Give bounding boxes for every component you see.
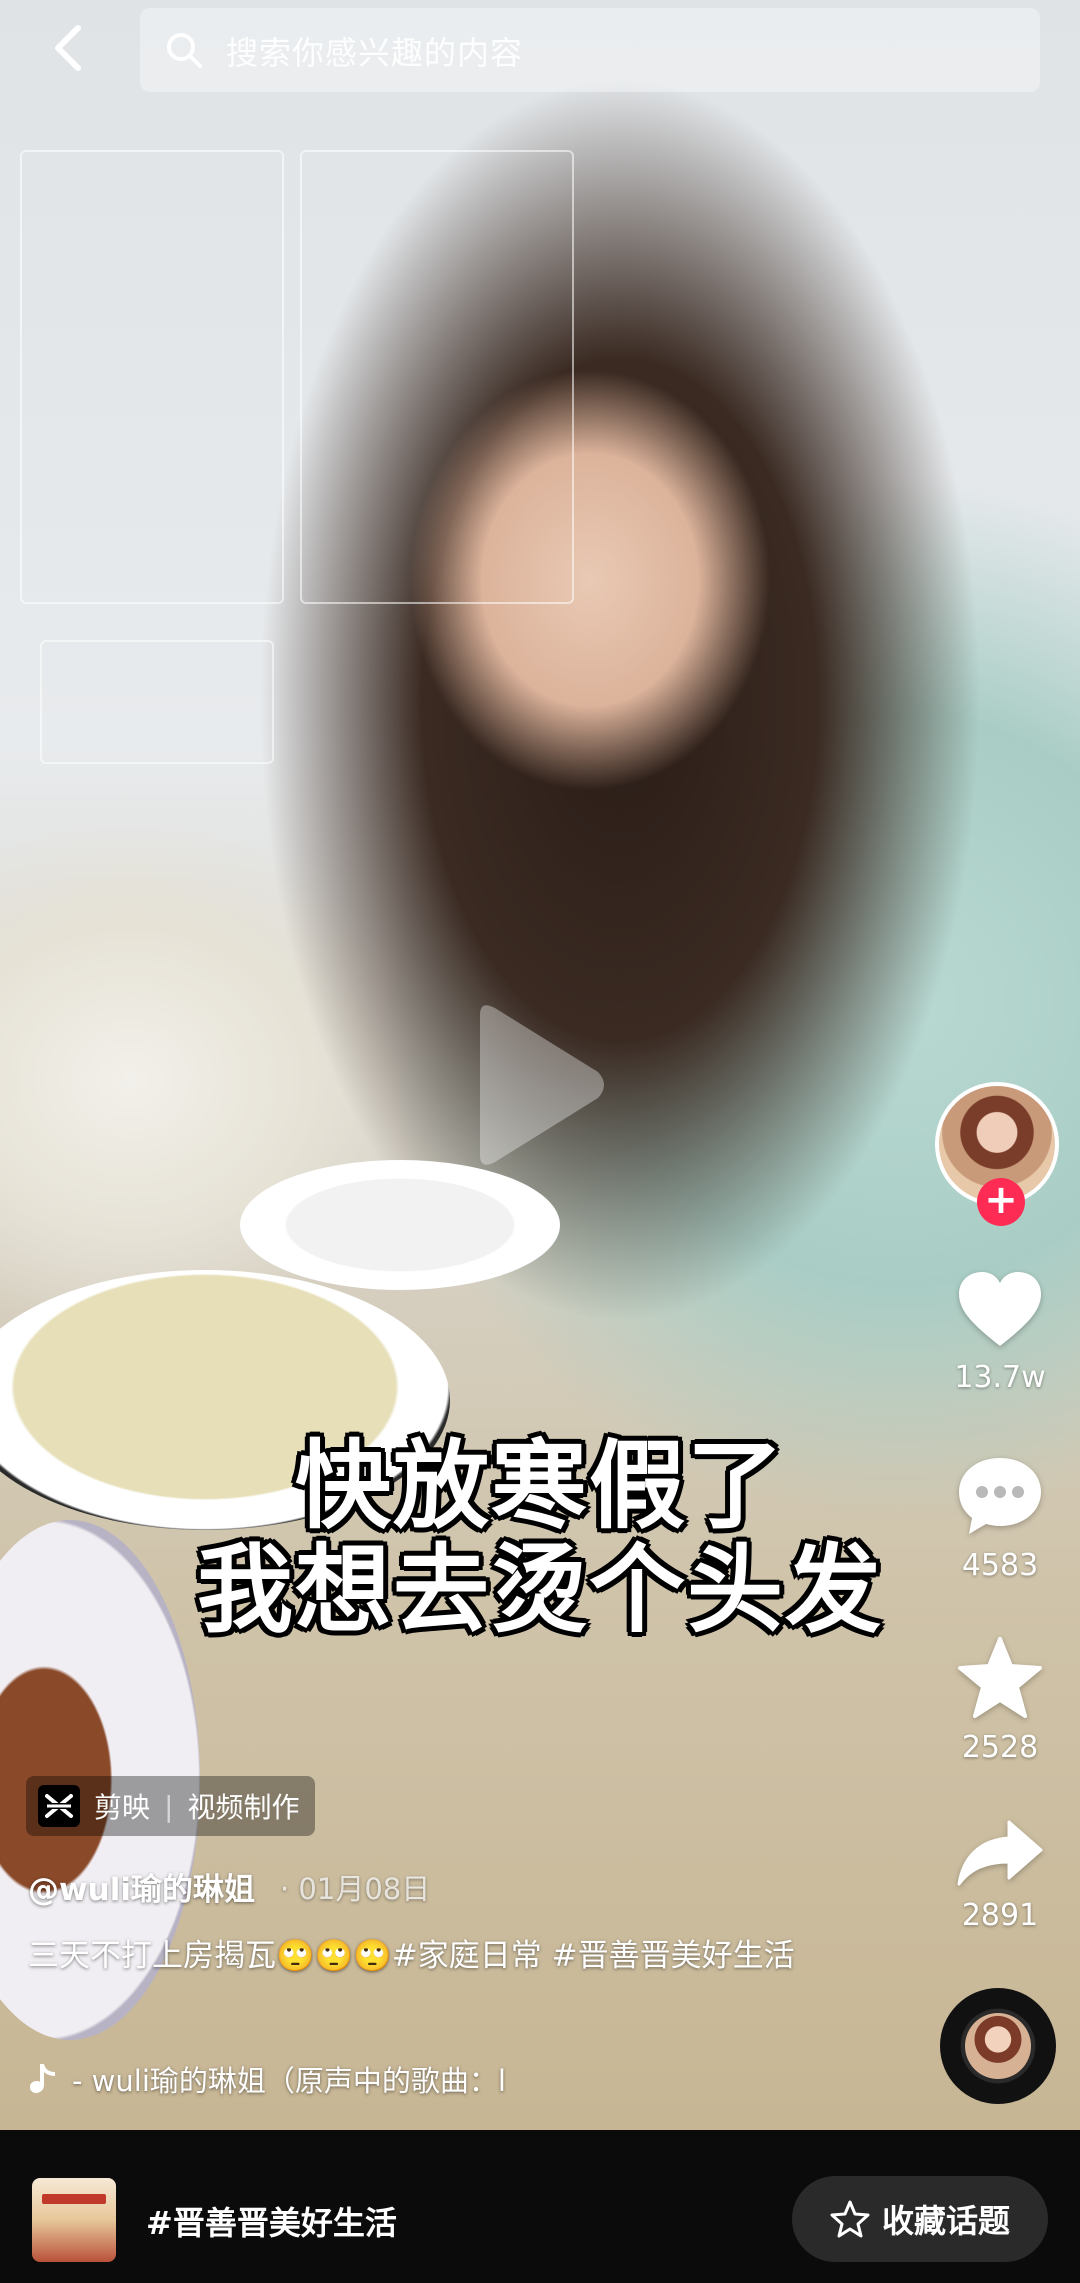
cabinet-panel: [20, 150, 284, 604]
topic-name[interactable]: #晋善晋美好生活: [146, 2198, 397, 2244]
capcut-divider: |: [164, 1789, 174, 1823]
search-bar[interactable]: 搜索你感兴趣的内容: [140, 8, 1040, 92]
post-caption[interactable]: 三天不打上房揭瓦🙄🙄🙄#家庭日常 #晋善晋美好生活: [28, 1930, 808, 1982]
topic-thumbnail: [32, 2178, 116, 2262]
comment-count: 4583: [961, 1548, 1039, 1583]
favorite-topic-label: 收藏话题: [881, 2202, 1010, 2240]
topic-bar[interactable]: #晋善晋美好生活 收藏话题: [0, 2130, 1080, 2283]
star-outline-icon: [830, 2200, 870, 2238]
music-disc[interactable]: [940, 1988, 1056, 2104]
cabinet-panel: [40, 640, 274, 764]
favorite-topic-button[interactable]: 收藏话题: [792, 2176, 1048, 2262]
capcut-badge[interactable]: 剪映 | 视频制作: [26, 1776, 316, 1836]
video-player[interactable]: 搜索你感兴趣的内容 快放寒假了 我想去烫个头发 + 13.7w 4583 252…: [0, 0, 1080, 2130]
tiktok-note-icon: [30, 2064, 55, 2093]
search-icon: [167, 33, 202, 68]
heart-icon: [959, 1272, 1041, 1346]
share-icon: [957, 1820, 1043, 1886]
back-button[interactable]: [40, 18, 100, 78]
music-info[interactable]: - wuli瑜的琳姐（原声中的歌曲：l: [28, 2058, 506, 2100]
play-icon[interactable]: [470, 1000, 610, 1170]
rice-bowl: [240, 1160, 560, 1290]
author-name[interactable]: @wuli瑜的琳姐: [28, 1864, 255, 1909]
search-placeholder: 搜索你感兴趣的内容: [226, 34, 524, 72]
subtitle-line-2: 我想去烫个头发: [197, 1534, 883, 1646]
capcut-label: 视频制作: [187, 1791, 300, 1824]
favorite-button[interactable]: 2528: [920, 1636, 1080, 1765]
comment-icon: [959, 1458, 1041, 1534]
music-disc-avatar: [965, 2013, 1031, 2079]
like-button[interactable]: 13.7w: [920, 1270, 1080, 1395]
cabinet-panel: [300, 150, 574, 604]
comment-button[interactable]: 4583: [920, 1454, 1080, 1583]
back-icon: [55, 25, 81, 71]
like-count: 13.7w: [954, 1360, 1046, 1395]
favorite-count: 2528: [961, 1730, 1039, 1765]
author-avatar-button[interactable]: +: [935, 1082, 1059, 1226]
capcut-icon: [38, 1785, 80, 1827]
star-icon: [958, 1637, 1042, 1718]
share-button[interactable]: 2891: [920, 1818, 1080, 1933]
follow-button[interactable]: +: [977, 1178, 1025, 1226]
share-count: 2891: [961, 1898, 1039, 1933]
post-date: · 01月08日: [280, 1872, 431, 1906]
capcut-app-name: 剪映: [94, 1791, 151, 1824]
music-title: - wuli瑜的琳姐（原声中的歌曲：l: [72, 2064, 506, 2098]
